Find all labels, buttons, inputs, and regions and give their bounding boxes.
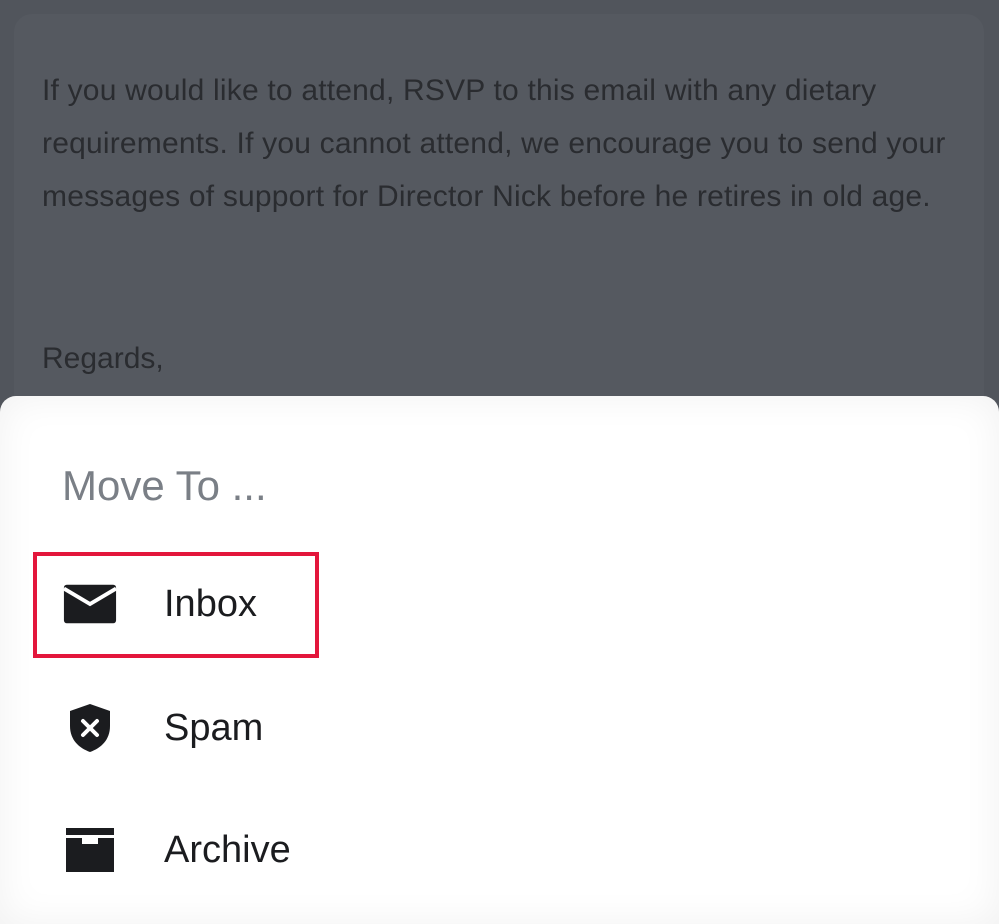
sheet-title: Move To ... — [62, 462, 267, 509]
envelope-icon — [62, 579, 118, 629]
move-to-archive-item[interactable]: Archive — [36, 800, 436, 900]
email-regards: Regards, — [42, 342, 164, 375]
shield-x-icon — [62, 703, 118, 753]
move-to-spam-item[interactable]: Spam — [36, 678, 436, 778]
email-body: If you would like to attend, RSVP to thi… — [42, 64, 972, 223]
archive-label: Archive — [164, 828, 291, 871]
archive-box-icon — [62, 825, 118, 875]
spam-label: Spam — [164, 706, 264, 749]
email-paragraph: If you would like to attend, RSVP to thi… — [42, 74, 946, 213]
inbox-label: Inbox — [164, 582, 257, 625]
move-to-inbox-item[interactable]: Inbox — [36, 554, 314, 654]
move-to-bottom-sheet: Move To ... Inbox Spam Archive — [0, 396, 999, 924]
